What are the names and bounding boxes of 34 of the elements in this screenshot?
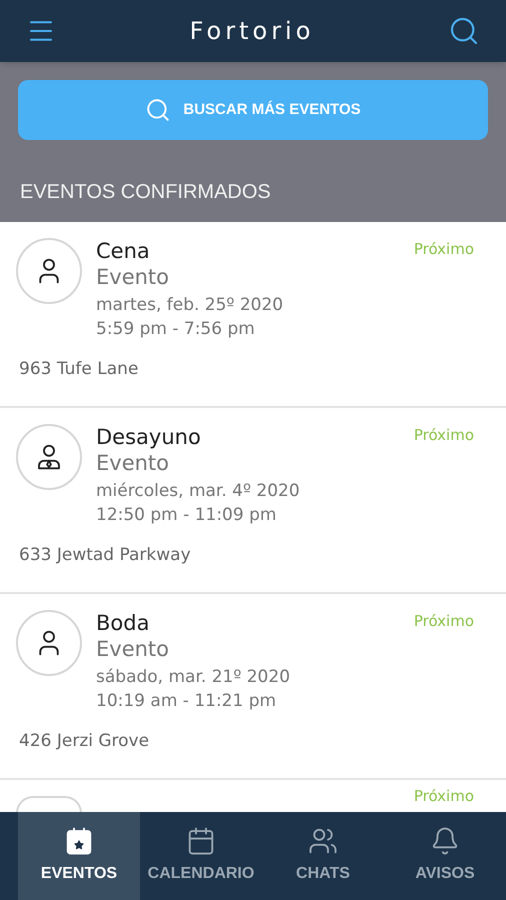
status-label: Próximo [414, 788, 475, 804]
search-icon [145, 97, 172, 123]
event-name: Boda [96, 610, 150, 636]
event-type: Evento [96, 636, 170, 662]
event-name: Desayuno [96, 424, 202, 450]
event-date: martes, feb. 25º 2020 [96, 294, 284, 317]
nav-tab[interactable]: AVISOS [384, 812, 506, 900]
event-address: 426 Jerzi Grove [18, 730, 150, 753]
event-time: 12:50 pm - 11:09 pm [96, 504, 278, 527]
event-card[interactable]: Cena Evento martes, feb. 25º 2020 5:59 pm - 7:56 pm Próximo 963 Tufe Lane [0, 222, 506, 408]
status-label: Próximo [414, 611, 475, 632]
status-label: Próximo [414, 425, 475, 446]
event-card[interactable]: Desayuno Evento miércoles, mar. 4º 2020 12:50 pm - 11:09 pm Próximo 633 Jewtad Parkway [0, 408, 506, 594]
nav-tab[interactable]: CHATS [262, 812, 384, 900]
calendar-icon [186, 826, 216, 856]
event-card[interactable]: Boda Evento sábado, mar. 21º 2020 10:19 am - 11:21 pm Próximo 426 Jerzi Grove [0, 594, 506, 780]
event-address: 633 Jewtad Parkway [18, 544, 192, 567]
event-time: 5:59 pm - 7:56 pm [96, 318, 256, 341]
nav-tab[interactable]: CALENDARIO [140, 812, 262, 900]
event-date: miércoles, mar. 4º 2020 [96, 480, 301, 503]
bell-icon [430, 826, 460, 856]
event-address: 963 Tufe Lane [18, 358, 140, 381]
event-name: Cena [96, 238, 151, 264]
app-logo: Fortorio [190, 16, 314, 47]
event-date: sábado, mar. 21º 2020 [96, 666, 292, 689]
search-button[interactable] [448, 15, 480, 47]
nav-tab[interactable]: EVENTOS [18, 812, 140, 900]
event-type: Evento [96, 450, 170, 476]
event-type: Evento [96, 264, 170, 290]
people-group-icon [308, 826, 338, 856]
calendar-star-icon [64, 826, 94, 856]
status-label: Próximo [414, 239, 475, 260]
event-time: 10:19 am - 11:21 pm [96, 690, 278, 713]
section-title: EVENTOS CONFIRMADOS [19, 180, 272, 205]
